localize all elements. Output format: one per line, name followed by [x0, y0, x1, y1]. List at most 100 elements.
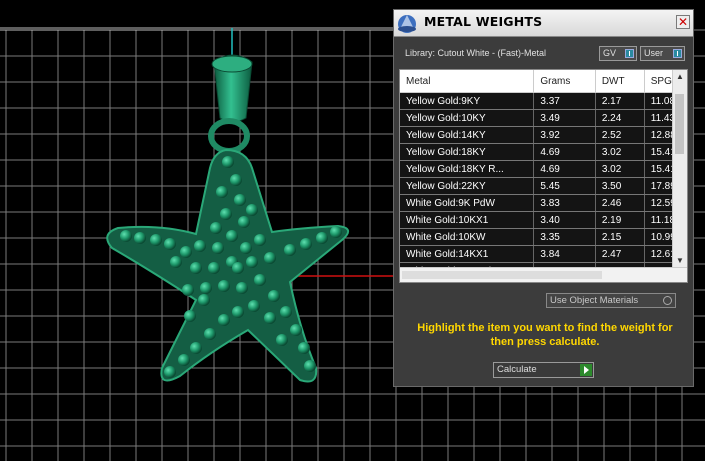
toggle-indicator-icon [673, 49, 682, 58]
close-icon[interactable]: ✕ [676, 15, 690, 29]
bead [194, 240, 206, 252]
cell-grams: 3.49 [533, 109, 596, 127]
scroll-thumb[interactable] [675, 94, 684, 154]
table-row[interactable]: Yellow Gold:9KY 3.37 2.17 11.08 [400, 92, 687, 110]
bead [226, 230, 238, 242]
bead [330, 226, 342, 238]
bead [264, 312, 276, 324]
bead [180, 246, 192, 258]
table-horizontal-scrollbar[interactable] [400, 267, 687, 282]
bead [178, 354, 190, 366]
cell-dwt: 3.50 [595, 177, 645, 195]
table-row[interactable]: White Gold:9K PdW 3.83 2.46 12.59 [400, 194, 687, 212]
cell-dwt: 2.15 [595, 228, 645, 246]
starfish-pendant-model[interactable] [0, 0, 393, 461]
panel-titlebar[interactable]: METAL WEIGHTS ✕ [394, 10, 693, 37]
table-row[interactable]: White Gold:10KX1 3.40 2.19 11.18 [400, 211, 687, 229]
calculate-button[interactable]: Calculate [493, 362, 594, 378]
cell-metal: White Gold:9K PdW [400, 194, 535, 212]
column-header-metal[interactable]: Metal [400, 70, 535, 93]
cell-dwt: 2.47 [595, 245, 645, 263]
app-logo-icon [398, 15, 416, 33]
cell-grams: 3.35 [533, 228, 596, 246]
gv-toggle-label: GV [603, 48, 617, 58]
metal-weights-table: Metal Grams DWT SPG Yellow Gold:9KY 3.37 2… [399, 69, 688, 283]
bead [232, 262, 244, 274]
cell-grams: 5.45 [533, 177, 596, 195]
cell-dwt: 2.19 [595, 211, 645, 229]
cell-grams: 4.69 [533, 160, 596, 178]
cell-metal: Yellow Gold:14KY [400, 126, 535, 144]
bead [170, 256, 182, 268]
bead [232, 306, 244, 318]
jump-ring [208, 118, 250, 154]
bead [164, 238, 176, 250]
bead [254, 234, 266, 246]
table-row[interactable]: White Gold:10KW 3.35 2.15 10.99 [400, 228, 687, 246]
radio-icon[interactable] [663, 296, 672, 305]
bead [246, 204, 258, 216]
table-vertical-scrollbar[interactable]: ▲ ▼ [672, 70, 687, 268]
bead [264, 252, 276, 264]
bead [190, 342, 202, 354]
cell-grams: 4.69 [533, 143, 596, 161]
bead [230, 174, 242, 186]
bead [222, 156, 234, 168]
bead [134, 232, 146, 244]
cell-dwt: 3.02 [595, 143, 645, 161]
bead [238, 216, 250, 228]
library-label: Library: Cutout White - (Fast)-Metal [405, 48, 547, 58]
table-row[interactable]: Yellow Gold:18KY 4.69 3.02 15.41 [400, 143, 687, 161]
toggle-indicator-icon [625, 49, 634, 58]
cell-metal: White Gold:10KW [400, 228, 535, 246]
bead [240, 242, 252, 254]
bead [208, 262, 220, 274]
bead [220, 208, 232, 220]
use-object-materials-option[interactable]: Use Object Materials [546, 293, 676, 308]
gv-toggle[interactable]: GV [599, 46, 637, 61]
bead [284, 244, 296, 256]
table-row[interactable]: Yellow Gold:10KY 3.49 2.24 11.43 [400, 109, 687, 127]
table-row[interactable]: Yellow Gold:22KY 5.45 3.50 17.89 [400, 177, 687, 195]
bead [234, 194, 246, 206]
bead [212, 242, 224, 254]
user-toggle[interactable]: User [640, 46, 685, 61]
table-row[interactable]: Yellow Gold:14KY 3.92 2.52 12.88 [400, 126, 687, 144]
bead [164, 366, 176, 378]
bead [316, 232, 328, 244]
bead [204, 328, 216, 340]
table-row[interactable]: Yellow Gold:18KY R... 4.69 3.02 15.41 [400, 160, 687, 178]
cell-metal: White Gold:14KX1 [400, 245, 535, 263]
bead [246, 256, 258, 268]
cell-metal: Yellow Gold:10KY [400, 109, 535, 127]
bead [198, 294, 210, 306]
column-header-grams[interactable]: Grams [533, 70, 596, 93]
bead [210, 222, 222, 234]
cell-metal: Yellow Gold:18KY R... [400, 160, 535, 178]
user-toggle-label: User [644, 48, 664, 58]
scroll-down-icon[interactable]: ▼ [673, 254, 687, 268]
scroll-up-icon[interactable]: ▲ [673, 70, 687, 84]
cell-grams: 3.40 [533, 211, 596, 229]
column-header-dwt[interactable]: DWT [595, 70, 645, 93]
table-row[interactable]: White Gold:14KX1 3.84 2.47 12.61 [400, 245, 687, 263]
bead [248, 300, 260, 312]
bead [268, 290, 280, 302]
cell-dwt: 3.02 [595, 160, 645, 178]
bead [236, 282, 248, 294]
cell-dwt: 2.52 [595, 126, 645, 144]
bead [218, 280, 230, 292]
bead [298, 342, 310, 354]
cell-grams: 3.84 [533, 245, 596, 263]
cell-metal: Yellow Gold:9KY [400, 92, 535, 110]
cell-grams: 3.37 [533, 92, 596, 110]
bead [280, 306, 292, 318]
bead [182, 284, 194, 296]
bead [184, 310, 196, 322]
cell-dwt: 2.46 [595, 194, 645, 212]
bead [300, 238, 312, 250]
bead [150, 234, 162, 246]
bead [200, 282, 212, 294]
bead [216, 186, 228, 198]
scroll-thumb[interactable] [402, 271, 602, 279]
